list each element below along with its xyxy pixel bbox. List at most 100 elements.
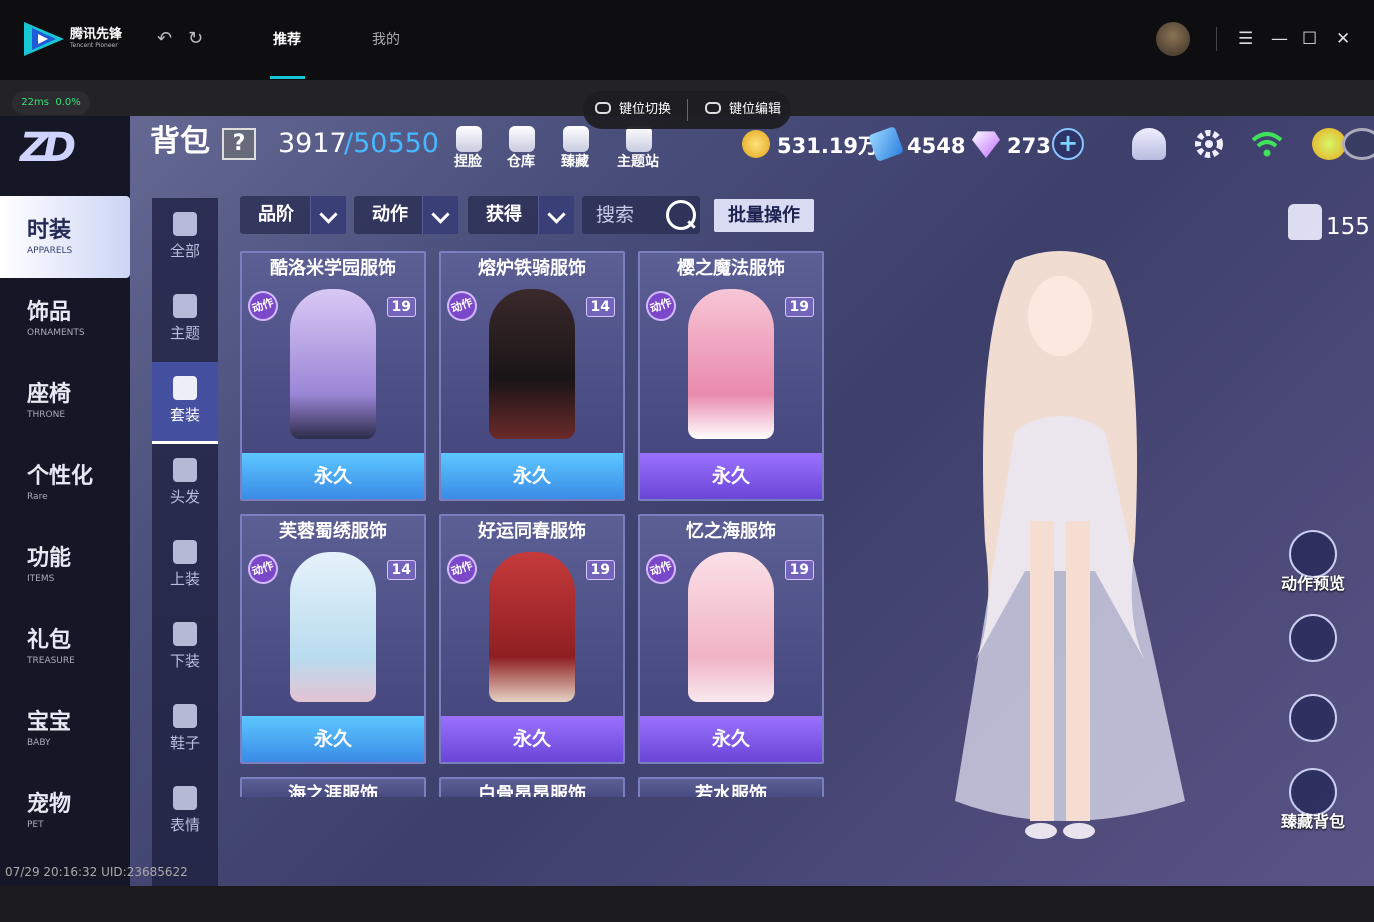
batch-operation-button[interactable]: 批量操作	[714, 199, 814, 232]
help-button[interactable]: ?	[222, 128, 256, 160]
theme-station-button[interactable]: 主题站	[617, 126, 659, 172]
item-card[interactable]: 忆之海服饰 动作 19 永久	[638, 514, 824, 764]
gold-value: 531.19万	[777, 134, 880, 158]
maximize-icon[interactable]: ☐	[1302, 28, 1317, 50]
subnav-hair[interactable]: 头发	[152, 444, 218, 526]
category-label: 座椅	[27, 382, 72, 407]
refresh-icon[interactable]: ↻	[188, 28, 203, 50]
topicon-label: 捏脸	[454, 154, 482, 170]
search-input[interactable]	[596, 204, 666, 226]
tab-mine[interactable]: 我的	[372, 31, 400, 49]
item-card[interactable]: 酷洛米学园服饰 动作 19 永久	[240, 251, 426, 501]
app-name: 腾讯先锋 Tencent Pioneer	[70, 27, 123, 50]
category-treasure[interactable]: 礼包 TREASURE	[0, 606, 130, 688]
item-name: 忆之海服饰	[686, 521, 776, 542]
level-badge: 14	[585, 297, 615, 317]
pants-icon	[173, 622, 197, 646]
face-edit-button[interactable]: 捏脸	[448, 126, 488, 172]
item-grid: 酷洛米学园服饰 动作 19 永久 熔炉铁骑服饰 动作 14 永久 樱之魔法服饰 …	[240, 251, 840, 797]
subnav-bottom[interactable]: 下装	[152, 608, 218, 690]
item-card[interactable]: 海之涯服饰	[240, 777, 426, 797]
item-card[interactable]: 熔炉铁骑服饰 动作 14 永久	[439, 251, 625, 501]
category-rare[interactable]: 个性化 Rare	[0, 442, 130, 524]
keymap-switch-button[interactable]: 键位切换	[619, 101, 671, 119]
subnav-suit[interactable]: 套装	[152, 362, 218, 444]
permanent-label: 永久	[242, 716, 424, 762]
outfit-count-value: 155	[1326, 214, 1370, 240]
item-card[interactable]: 若水服饰	[638, 777, 824, 797]
tab-recommend[interactable]: 推荐	[273, 31, 301, 49]
title-bar: 腾讯先锋 Tencent Pioneer ↶ ↻ 推荐 我的 ☰ — ☐ ✕	[0, 0, 1374, 80]
gamepad-icon	[705, 102, 721, 114]
level-badge: 19	[784, 560, 814, 580]
side-button-label: 动作预览	[1280, 574, 1345, 593]
outfit-switch-button[interactable]	[1263, 694, 1363, 770]
minimize-icon[interactable]: —	[1271, 28, 1288, 50]
level-badge: 14	[386, 560, 416, 580]
gender-icon	[1289, 614, 1337, 662]
category-sublabel: ORNAMENTS	[27, 328, 85, 338]
keymap-edit-button[interactable]: 键位编辑	[729, 101, 781, 119]
item-card[interactable]: 白骨昂昂服饰	[439, 777, 625, 797]
subnav-label: 头发	[169, 488, 200, 506]
topicon-label: 臻藏	[561, 154, 589, 170]
action-badge: 动作	[442, 286, 482, 326]
undo-icon[interactable]: ↶	[157, 28, 172, 50]
search-icon[interactable]	[666, 200, 696, 230]
menu-icon[interactable]: ☰	[1238, 28, 1253, 50]
subnav-expression[interactable]: 表情	[152, 772, 218, 854]
friends-mail-icon[interactable]	[1132, 128, 1166, 160]
grade-filter[interactable]: 品阶	[240, 196, 346, 234]
category-sublabel: PET	[27, 820, 44, 830]
chevron-down-icon	[538, 196, 574, 234]
category-label: 礼包	[27, 628, 72, 653]
subnav-all[interactable]: 全部	[152, 198, 218, 280]
category-ornaments[interactable]: 饰品 ORNAMENTS	[0, 278, 130, 360]
subnav-theme[interactable]: 主题	[152, 280, 218, 362]
subnav-label: 全部	[169, 242, 200, 260]
shirt-icon	[173, 540, 197, 564]
category-label: 时装	[27, 218, 72, 243]
category-sublabel: BABY	[27, 738, 51, 748]
category-pet[interactable]: 宠物 PET	[0, 770, 130, 852]
active-tab-indicator	[270, 76, 305, 79]
subnav-shoes[interactable]: 鞋子	[152, 690, 218, 772]
warehouse-button[interactable]: 仓库	[501, 126, 541, 172]
grid-icon	[173, 212, 197, 236]
wifi-icon	[1251, 132, 1283, 157]
category-apparels[interactable]: 时装 APPARELS	[0, 196, 130, 278]
action-badge: 动作	[243, 549, 283, 589]
close-icon[interactable]: ✕	[1336, 28, 1350, 50]
expand-icon[interactable]	[1342, 128, 1374, 160]
item-card[interactable]: 樱之魔法服饰 动作 19 永久	[638, 251, 824, 501]
level-badge: 19	[386, 297, 416, 317]
category-label: 个性化	[27, 464, 94, 489]
outfit-image	[290, 289, 376, 439]
settings-icon[interactable]	[1192, 128, 1226, 160]
game-viewport: ZD 时装 APPARELS 饰品 ORNAMENTS 座椅 THRONE 个性化 Ra…	[0, 116, 1374, 886]
recharge-button[interactable]: +	[1052, 128, 1084, 160]
category-sublabel: THRONE	[27, 410, 66, 420]
category-label: 饰品	[27, 300, 72, 325]
gamepad-icon	[595, 102, 611, 114]
filter-label: 获得	[486, 204, 522, 225]
category-baby[interactable]: 宝宝 BABY	[0, 688, 130, 770]
avatar[interactable]	[1156, 22, 1190, 56]
action-filter[interactable]: 动作	[354, 196, 458, 234]
diamond-currency: 273	[972, 130, 1052, 160]
outfit-image	[489, 552, 575, 702]
action-preview-button[interactable]: 动作预览	[1263, 530, 1363, 606]
category-throne[interactable]: 座椅 THRONE	[0, 360, 130, 442]
item-card[interactable]: 好运同春服饰 动作 19 永久	[439, 514, 625, 764]
item-name: 芙蓉蜀绣服饰	[279, 521, 387, 542]
item-card[interactable]: 芙蓉蜀绣服饰 动作 14 永久	[240, 514, 426, 764]
level-badge: 19	[585, 560, 615, 580]
collection-bag-button[interactable]: 臻藏背包	[1263, 768, 1363, 844]
collection-button[interactable]: 臻藏	[555, 126, 595, 172]
outfit-image	[290, 552, 376, 702]
category-items[interactable]: 功能 ITEMS	[0, 524, 130, 606]
gender-switch-button[interactable]	[1263, 614, 1363, 690]
subnav-label: 表情	[169, 816, 200, 834]
subnav-top[interactable]: 上装	[152, 526, 218, 608]
source-filter[interactable]: 获得	[468, 196, 574, 234]
